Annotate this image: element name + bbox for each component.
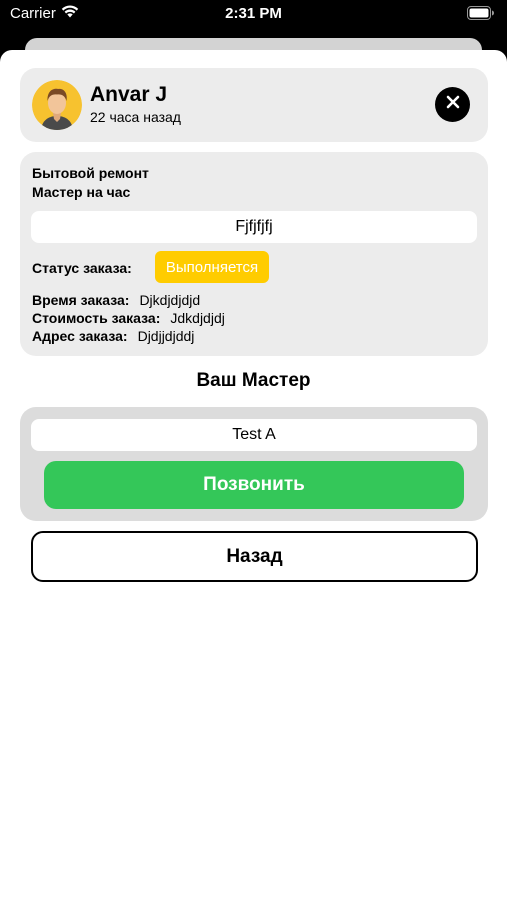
status-badge: Выполняется xyxy=(155,251,269,283)
master-card: Test A Позвонить xyxy=(20,407,488,521)
order-cost-row: Стоимость заказа: Jdkdjdjdj xyxy=(32,310,225,326)
user-header-card: Anvar J 22 часа назад xyxy=(20,68,488,142)
status-time: 2:31 PM xyxy=(225,5,282,22)
order-address-value: Djdjjdjddj xyxy=(137,328,195,344)
order-address-row: Адрес заказа: Djdjjdjddj xyxy=(32,328,194,344)
order-address-label: Адрес заказа: xyxy=(32,328,128,344)
user-name: Anvar J xyxy=(90,83,168,106)
back-button[interactable]: Назад xyxy=(31,531,478,582)
battery-icon xyxy=(467,6,495,25)
order-cost-value: Jdkdjdjdj xyxy=(170,310,225,326)
order-title: Fjfjfjfj xyxy=(31,211,477,243)
order-subcategory: Мастер на час xyxy=(32,184,131,200)
order-time-row: Время заказа: Djkdjdjdjd xyxy=(32,292,200,308)
status-label: Статус заказа: xyxy=(32,260,132,276)
order-time-ago: 22 часа назад xyxy=(90,109,181,125)
close-button[interactable] xyxy=(435,87,470,122)
order-time-label: Время заказа: xyxy=(32,292,130,308)
master-name: Test A xyxy=(31,419,477,451)
master-heading: Ваш Мастер xyxy=(196,370,311,391)
order-category: Бытовой ремонт xyxy=(32,165,149,181)
close-icon xyxy=(446,95,460,114)
order-time-value: Djkdjdjdjd xyxy=(139,292,201,308)
avatar xyxy=(32,80,82,130)
status-bar: Carrier 2:31 PM xyxy=(0,0,507,30)
call-button[interactable]: Позвонить xyxy=(44,461,464,509)
order-detail-sheet: Anvar J 22 часа назад Бытовой ремонт Мас… xyxy=(0,50,507,910)
order-cost-label: Стоимость заказа: xyxy=(32,310,161,326)
order-info-card: Бытовой ремонт Мастер на час Fjfjfjfj Ст… xyxy=(20,152,488,356)
